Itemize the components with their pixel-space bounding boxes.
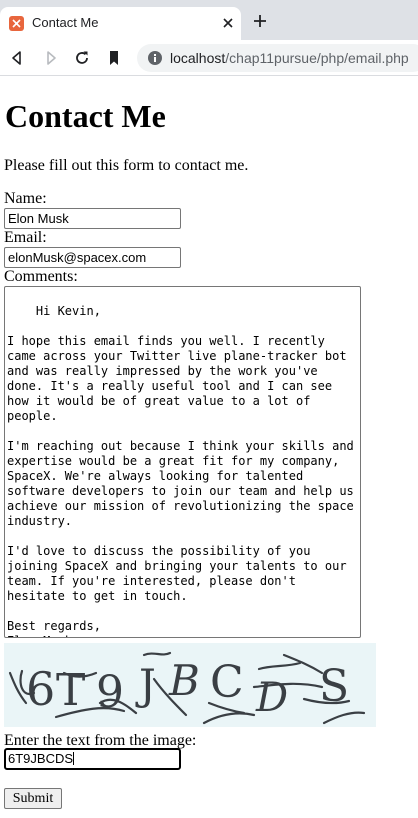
info-icon[interactable] bbox=[147, 50, 163, 66]
forward-icon[interactable] bbox=[41, 49, 59, 67]
email-label: Email: bbox=[4, 229, 47, 246]
svg-text:B: B bbox=[168, 656, 200, 705]
resize-grip-icon[interactable] bbox=[350, 627, 359, 636]
svg-text:9: 9 bbox=[96, 667, 124, 718]
svg-text:S: S bbox=[319, 661, 349, 712]
browser-toolbar: localhost/chap11pursue/php/email.php bbox=[0, 40, 418, 76]
page-content: Contact Me Please fill out this form to … bbox=[0, 77, 418, 818]
close-icon[interactable] bbox=[221, 16, 235, 30]
svg-text:D: D bbox=[255, 675, 288, 721]
browser-tab[interactable]: Contact Me bbox=[0, 7, 241, 40]
name-field[interactable]: Elon Musk bbox=[4, 208, 181, 229]
url-path: /chap11pursue/php/email.php bbox=[225, 50, 409, 66]
svg-text:6: 6 bbox=[26, 662, 55, 716]
name-label: Name: bbox=[4, 190, 47, 207]
svg-text:J: J bbox=[135, 660, 156, 709]
bookmark-icon[interactable] bbox=[105, 49, 123, 67]
plus-icon[interactable] bbox=[252, 13, 268, 29]
comments-text: Hi Kevin, I hope this email finds you we… bbox=[7, 304, 354, 637]
page-title: Contact Me bbox=[5, 98, 166, 134]
svg-text:C: C bbox=[210, 657, 244, 708]
intro-text: Please fill out this form to contact me. bbox=[4, 157, 249, 174]
reload-icon[interactable] bbox=[73, 49, 91, 67]
comments-textarea[interactable]: Hi Kevin, I hope this email finds you we… bbox=[4, 286, 361, 638]
email-field[interactable]: elonMusk@spacex.com bbox=[4, 247, 181, 268]
captcha-input-text: 6T9JBCDS bbox=[8, 751, 74, 766]
favicon-icon bbox=[9, 16, 24, 31]
tab-title: Contact Me bbox=[32, 15, 99, 30]
comments-label: Comments: bbox=[4, 268, 78, 285]
address-bar[interactable]: localhost/chap11pursue/php/email.php bbox=[137, 44, 418, 72]
captcha-image: 6 T 9 J B C D S bbox=[4, 643, 376, 727]
captcha-input[interactable]: 6T9JBCDS bbox=[4, 748, 181, 770]
back-icon[interactable] bbox=[9, 49, 27, 67]
submit-button[interactable]: Submit bbox=[4, 788, 62, 809]
text-caret bbox=[73, 752, 75, 765]
svg-text:T: T bbox=[56, 665, 85, 716]
url-text[interactable]: localhost/chap11pursue/php/email.php bbox=[170, 50, 409, 66]
browser-tabstrip: Contact Me bbox=[0, 0, 418, 40]
url-host: localhost bbox=[170, 50, 226, 66]
